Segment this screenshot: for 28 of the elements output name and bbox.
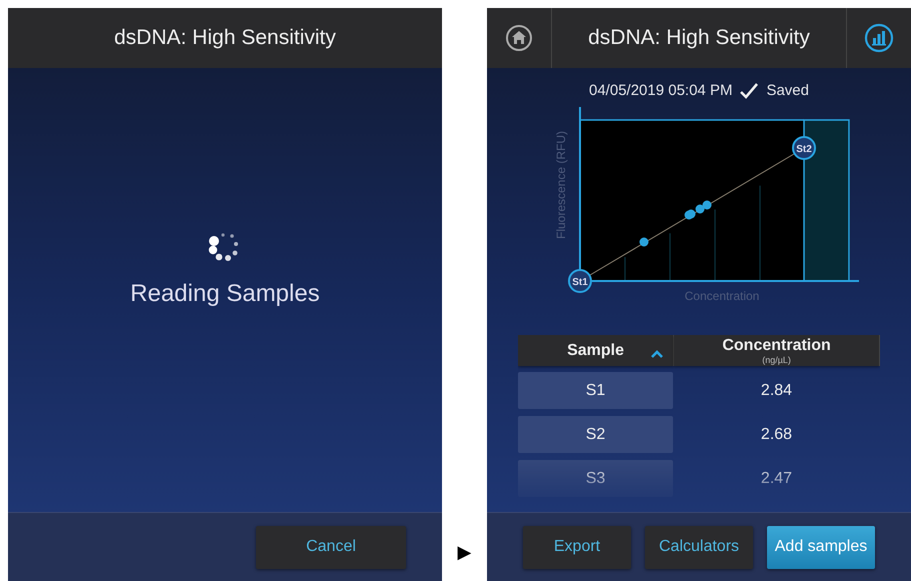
action-button[interactable]: Export <box>523 526 631 568</box>
concentration-cell-text: 2.84 <box>760 380 794 400</box>
action-button[interactable]: Calculators <box>645 526 753 568</box>
axis-label: Fluorescence (RFU) <box>554 130 568 240</box>
sample-cell[interactable]: S1 <box>518 372 673 409</box>
timestamp: 04/05/2019 05:04 PM <box>589 82 732 99</box>
concentration-cell-text: 2.47 <box>760 468 794 488</box>
sample-data-point <box>702 200 712 210</box>
arrow-glyph: ▶ <box>456 541 472 564</box>
screen-title: dsDNA: High Sensitivity <box>588 26 810 50</box>
column-header[interactable]: Concentration (ng/µL) <box>674 335 880 366</box>
saved-status: Saved <box>766 82 809 99</box>
action-button[interactable]: Add samples <box>767 526 875 568</box>
standard-point-marker: St1 <box>568 269 592 293</box>
axis-label: Concentration <box>684 289 760 303</box>
status-text: Reading Samples <box>130 280 320 308</box>
concentration-cell-text: 2.68 <box>760 424 794 444</box>
cancel-button[interactable]: Cancel <box>256 526 406 568</box>
column-header[interactable]: Sample <box>518 335 674 366</box>
sample-data-point <box>640 238 648 246</box>
bar-chart-icon[interactable] <box>864 23 894 53</box>
sample-cell[interactable]: S2 <box>518 416 673 453</box>
sample-data-point <box>686 210 696 218</box>
home-icon[interactable] <box>505 24 533 52</box>
screen-title: dsDNA: High Sensitivity <box>114 26 336 50</box>
sample-data-point <box>696 204 704 214</box>
checkmark-icon <box>740 82 758 98</box>
sample-cell[interactable]: S3 <box>518 460 673 497</box>
